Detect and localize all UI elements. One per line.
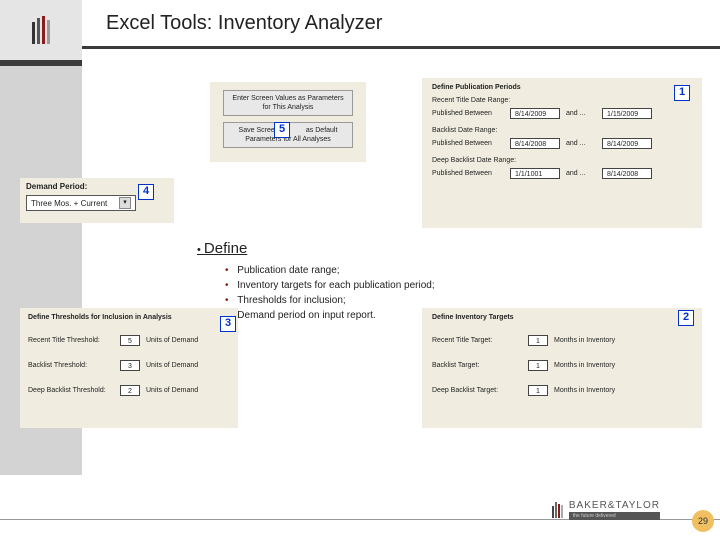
demand-period-dropdown[interactable]: Three Mos. + Current ▾ <box>26 195 136 211</box>
list-item: Thresholds for inclusion; <box>225 295 517 306</box>
threshold-row-deep: Deep Backlist Threshold: 2 Units of Dema… <box>28 385 230 396</box>
recent-threshold-input[interactable]: 5 <box>120 335 140 346</box>
list-item: Inventory targets for each publication p… <box>225 280 517 291</box>
title-area: Excel Tools: Inventory Analyzer <box>82 0 720 60</box>
unit-lbl-3: Units of Demand <box>146 387 198 394</box>
footer: BAKER&TAYLOR the future delivered <box>0 519 720 520</box>
backlist-threshold-input[interactable]: 3 <box>120 360 140 371</box>
callout-3: 3 <box>220 316 236 332</box>
callout-5: 5 <box>274 122 290 138</box>
chevron-down-icon: ▾ <box>119 197 131 209</box>
thresholds-panel: Define Thresholds for Inclusion in Analy… <box>20 308 238 428</box>
target-unit-2: Months in Inventory <box>554 362 615 369</box>
callout-4: 4 <box>138 184 154 200</box>
pub-between-lbl-2: Published Between <box>432 140 504 147</box>
targets-panel: Define Inventory Targets Recent Title Ta… <box>422 308 702 428</box>
define-heading: Define <box>197 240 517 257</box>
targets-title: Define Inventory Targets <box>432 314 692 321</box>
header-rule <box>82 46 720 49</box>
target-row-recent: Recent Title Target: 1 Months in Invento… <box>432 335 692 346</box>
unit-lbl-1: Units of Demand <box>146 337 198 344</box>
and-lbl-1: and ... <box>566 110 596 117</box>
unit-lbl-2: Units of Demand <box>146 362 198 369</box>
recent-target-lbl: Recent Title Target: <box>432 337 522 344</box>
list-item: Publication date range; <box>225 265 517 276</box>
enter-params-button[interactable]: Enter Screen Values as Parameters for Th… <box>223 90 353 116</box>
thresholds-title: Define Thresholds for Inclusion in Analy… <box>28 314 230 321</box>
threshold-row-recent: Recent Title Threshold: 5 Units of Deman… <box>28 335 230 346</box>
content: Enter Screen Values as Parameters for Th… <box>82 60 720 540</box>
brand-logo-icon <box>552 502 563 518</box>
deep-threshold-lbl: Deep Backlist Threshold: <box>28 387 114 394</box>
target-unit-3: Months in Inventory <box>554 387 615 394</box>
recent-target-input[interactable]: 1 <box>528 335 548 346</box>
backlist-from-input[interactable]: 8/14/2008 <box>510 138 560 149</box>
deep-target-input[interactable]: 1 <box>528 385 548 396</box>
deep-range-row: Published Between 1/1/1001 and ... 8/14/… <box>432 168 692 179</box>
deep-target-lbl: Deep Backlist Target: <box>432 387 522 394</box>
and-lbl-3: and ... <box>566 170 596 177</box>
target-row-deep: Deep Backlist Target: 1 Months in Invent… <box>432 385 692 396</box>
deep-from-input[interactable]: 1/1/1001 <box>510 168 560 179</box>
recent-from-input[interactable]: 8/14/2009 <box>510 108 560 119</box>
callout-1: 1 <box>674 85 690 101</box>
pub-between-lbl-3: Published Between <box>432 170 504 177</box>
backlist-target-input[interactable]: 1 <box>528 360 548 371</box>
callout-2: 2 <box>678 310 694 326</box>
deep-range-hdr: Deep Backlist Date Range: <box>432 157 692 164</box>
threshold-row-backlist: Backlist Threshold: 3 Units of Demand <box>28 360 230 371</box>
logo-box <box>0 0 82 60</box>
demand-period-value: Three Mos. + Current <box>31 199 107 208</box>
backlist-to-input[interactable]: 8/14/2009 <box>602 138 652 149</box>
save-pre-text: Save Screen <box>239 127 279 134</box>
and-lbl-2: and ... <box>566 140 596 147</box>
backlist-range-row: Published Between 8/14/2008 and ... 8/14… <box>432 138 692 149</box>
deep-threshold-input[interactable]: 2 <box>120 385 140 396</box>
backlist-range-hdr: Backlist Date Range: <box>432 127 692 134</box>
footer-brand: BAKER&TAYLOR the future delivered <box>552 500 660 520</box>
pub-between-lbl: Published Between <box>432 110 504 117</box>
backlist-threshold-lbl: Backlist Threshold: <box>28 362 114 369</box>
logo-icon <box>32 16 50 44</box>
page-number: 29 <box>692 510 714 532</box>
pub-periods-title: Define Publication Periods <box>432 84 692 91</box>
target-unit-1: Months in Inventory <box>554 337 615 344</box>
backlist-target-lbl: Backlist Target: <box>432 362 522 369</box>
brand-tagline: the future delivered <box>569 512 660 520</box>
target-row-backlist: Backlist Target: 1 Months in Inventory <box>432 360 692 371</box>
pub-periods-panel: Define Publication Periods Recent Title … <box>422 78 702 228</box>
slide: Excel Tools: Inventory Analyzer Enter Sc… <box>0 0 720 540</box>
page-title: Excel Tools: Inventory Analyzer <box>106 12 696 35</box>
recent-threshold-lbl: Recent Title Threshold: <box>28 337 114 344</box>
recent-range-row: Published Between 8/14/2009 and ... 1/15… <box>432 108 692 119</box>
brand-text-block: BAKER&TAYLOR the future delivered <box>569 500 660 520</box>
recent-range-hdr: Recent Title Date Range: <box>432 97 692 104</box>
header: Excel Tools: Inventory Analyzer <box>0 0 720 60</box>
brand-name: BAKER&TAYLOR <box>569 500 660 511</box>
deep-to-input[interactable]: 8/14/2008 <box>602 168 652 179</box>
recent-to-input[interactable]: 1/15/2009 <box>602 108 652 119</box>
